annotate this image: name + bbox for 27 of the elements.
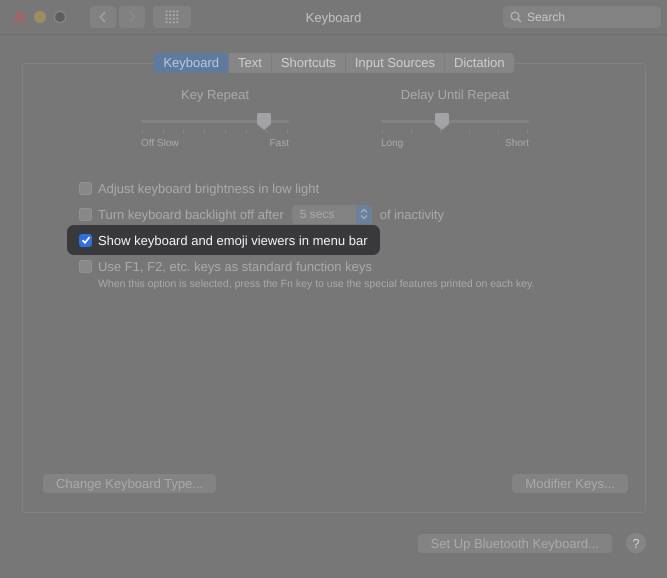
grid-icon [165, 10, 179, 24]
help-button[interactable]: ? [626, 533, 646, 553]
slider-thumb[interactable] [256, 113, 272, 131]
tab[interactable]: Text [229, 53, 272, 73]
checkmark-icon [80, 235, 90, 245]
option-label: Show keyboard and emoji viewers in menu bar [98, 232, 368, 248]
chevron-left-icon [99, 11, 107, 23]
tab[interactable]: Dictation [445, 53, 514, 73]
window-title: Keyboard [306, 10, 362, 24]
minimize-button[interactable] [34, 11, 46, 23]
checkbox[interactable] [79, 182, 92, 194]
search-icon [510, 11, 522, 23]
stepper-arrows-icon [360, 208, 368, 220]
tick-mark [266, 129, 268, 133]
checkbox[interactable] [79, 260, 92, 272]
show-all-button[interactable] [153, 6, 191, 28]
tick-mark [440, 129, 441, 133]
checkbox[interactable] [79, 234, 92, 246]
back-button[interactable] [90, 6, 116, 28]
tab[interactable]: Input Sources [346, 53, 446, 73]
close-button[interactable] [14, 11, 26, 23]
tab[interactable]: Keyboard [154, 53, 230, 73]
checkbox[interactable] [79, 208, 92, 220]
tab[interactable]: Shortcuts [272, 53, 346, 73]
search-field[interactable]: Search [503, 6, 661, 28]
zoom-button[interactable] [54, 11, 66, 23]
slider-thumb[interactable] [434, 113, 450, 131]
